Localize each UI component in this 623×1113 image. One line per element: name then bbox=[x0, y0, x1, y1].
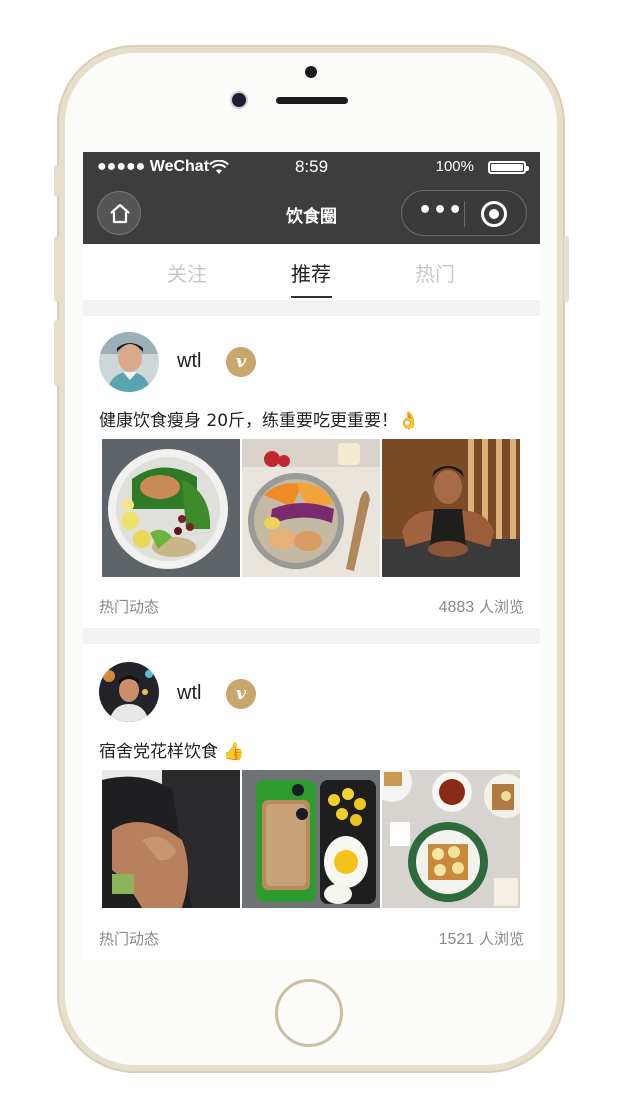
tab-recommended[interactable]: 推荐 bbox=[291, 258, 331, 287]
post-text: 宿舍党花样饮食 👍 bbox=[99, 742, 245, 762]
post-card[interactable]: wtl v 宿舍党花样饮食 👍 热门动态 1521 人浏览 bbox=[83, 644, 540, 960]
post-photo-arm-muscle[interactable] bbox=[102, 770, 240, 908]
view-count-unit: 人浏览 bbox=[478, 598, 524, 616]
photo-grid bbox=[102, 770, 520, 908]
post-photo-bento-box[interactable] bbox=[242, 770, 380, 908]
post-tag: 热门动态 bbox=[99, 930, 160, 948]
earpiece-speaker bbox=[276, 97, 348, 104]
post-card[interactable]: wtl v 健康饮食瘦身 20斤，练重要吃更重要！👌 热门动态 4883 人浏览 bbox=[83, 316, 540, 628]
status-bar: ●●●●● WeChat 8:59 100% bbox=[83, 152, 540, 182]
power-button bbox=[564, 236, 569, 302]
battery-percent: 100% bbox=[435, 158, 474, 175]
tab-following[interactable]: 关注 bbox=[167, 258, 207, 287]
app-screen: ●●●●● WeChat 8:59 100% 饮食圈 ••• 关注 推荐 热门 bbox=[83, 152, 540, 960]
post-text: 健康饮食瘦身 20斤，练重要吃更重要！👌 bbox=[99, 411, 420, 431]
front-camera bbox=[232, 93, 246, 107]
post-photo-grain-bowl[interactable] bbox=[242, 439, 380, 577]
home-button[interactable] bbox=[275, 979, 343, 1047]
battery-icon bbox=[488, 161, 529, 174]
more-dots-icon[interactable]: ••• bbox=[418, 200, 463, 222]
post-photo-plank-exercise[interactable] bbox=[382, 439, 520, 577]
avatar[interactable] bbox=[99, 332, 159, 392]
volume-down-button bbox=[54, 320, 59, 386]
view-count-number: 4883 bbox=[438, 599, 475, 616]
close-target-icon[interactable] bbox=[481, 201, 507, 227]
tab-popular[interactable]: 热门 bbox=[415, 258, 455, 287]
view-count-number: 1521 bbox=[438, 931, 475, 948]
post-photo-banana-toast[interactable] bbox=[382, 770, 520, 908]
username[interactable]: wtl bbox=[177, 682, 201, 705]
view-count-unit: 人浏览 bbox=[478, 930, 524, 948]
section-divider bbox=[83, 628, 540, 644]
volume-up-button bbox=[54, 236, 59, 302]
view-count: 4883 人浏览 bbox=[439, 596, 524, 617]
mini-program-capsule: ••• bbox=[401, 190, 527, 236]
avatar[interactable] bbox=[99, 662, 159, 722]
nav-bar: 饮食圈 ••• bbox=[83, 182, 540, 244]
username[interactable]: wtl bbox=[177, 350, 201, 373]
feed-tabs: 关注 推荐 热门 bbox=[83, 244, 540, 300]
post-tag: 热门动态 bbox=[99, 598, 160, 616]
photo-grid bbox=[102, 439, 520, 577]
proximity-sensor bbox=[305, 66, 317, 78]
active-tab-indicator bbox=[291, 296, 332, 298]
section-divider bbox=[83, 300, 540, 316]
post-photo-salad-bowl[interactable] bbox=[102, 439, 240, 577]
verified-badge-icon: v bbox=[226, 679, 256, 709]
mute-switch bbox=[54, 165, 59, 197]
capsule-divider bbox=[464, 201, 465, 227]
verified-badge-icon: v bbox=[226, 347, 256, 377]
view-count: 1521 人浏览 bbox=[439, 928, 524, 949]
